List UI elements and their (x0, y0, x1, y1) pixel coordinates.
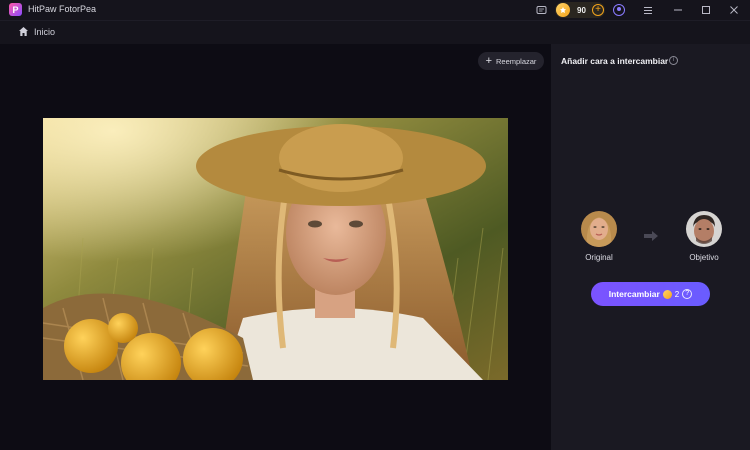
replace-label: Reemplazar (496, 56, 537, 66)
app-title: HitPaw FotorPea (28, 4, 97, 14)
arrow-right-icon (644, 231, 658, 241)
add-credits-icon[interactable]: + (592, 4, 604, 16)
original-face-thumbnail[interactable] (581, 211, 617, 247)
home-label: Inicio (34, 26, 56, 37)
swap-label: Intercambiar (608, 289, 660, 299)
help-icon[interactable]: ? (682, 289, 693, 299)
credits-count: 90 (577, 5, 586, 15)
source-photo (43, 118, 508, 380)
canvas-area: + Reemplazar (0, 44, 551, 450)
home-link[interactable]: Inicio (18, 26, 55, 37)
swap-cost: 2 (674, 289, 680, 299)
nav-bar: Inicio (0, 20, 750, 44)
plus-icon: + (485, 55, 492, 67)
coin-icon (556, 3, 570, 17)
menu-icon[interactable] (641, 3, 655, 17)
target-face-thumbnail[interactable] (686, 211, 722, 247)
swap-button[interactable]: Intercambiar 2 ? (591, 282, 710, 306)
account-icon[interactable] (613, 4, 625, 16)
title-bar: P HitPaw FotorPea 90 + (0, 0, 750, 20)
original-label: Original (585, 253, 613, 262)
app-logo: P (9, 3, 22, 16)
coin-icon (662, 289, 672, 299)
portrait-image (43, 118, 508, 380)
face-swap-panel: Añadir cara a intercambiar i Original Ob… (551, 44, 750, 450)
close-icon[interactable] (727, 3, 741, 17)
info-icon[interactable]: i (669, 56, 678, 65)
replace-button[interactable]: + Reemplazar (478, 52, 544, 70)
panel-title: Añadir cara a intercambiar (561, 56, 669, 66)
minimize-icon[interactable] (671, 3, 685, 17)
message-icon[interactable] (534, 3, 548, 17)
target-label: Objetivo (689, 253, 719, 262)
app-window: P HitPaw FotorPea 90 + Inicio + Reemplaz… (0, 0, 750, 450)
home-icon (19, 27, 28, 36)
maximize-icon[interactable] (699, 3, 713, 17)
